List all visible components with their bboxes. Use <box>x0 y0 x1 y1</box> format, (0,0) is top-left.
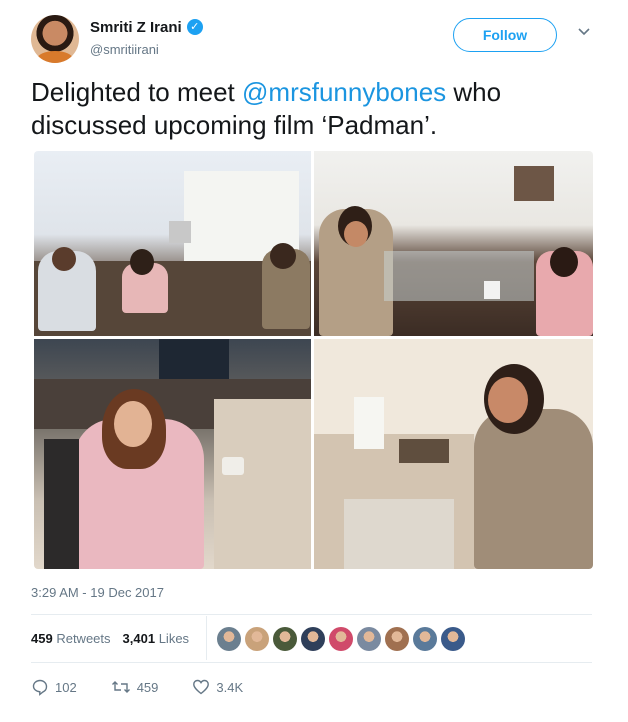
tweet-actions: 102 459 3.4K <box>31 677 277 697</box>
tweet-stats: 459 Retweets 3,401 Likes <box>31 628 201 648</box>
follow-button[interactable]: Follow <box>453 18 557 52</box>
photo-4[interactable] <box>314 339 593 569</box>
liker-avatars <box>217 627 465 651</box>
liker-avatar[interactable] <box>301 627 325 651</box>
liker-avatar[interactable] <box>217 627 241 651</box>
reply-count: 102 <box>55 679 77 695</box>
retweet-count: 459 <box>136 679 159 695</box>
retweets-label: Retweets <box>56 630 111 646</box>
like-button[interactable]: 3.4K <box>192 678 243 696</box>
retweets-count: 459 <box>31 630 53 646</box>
liker-avatar[interactable] <box>245 627 269 651</box>
liker-avatar[interactable] <box>273 627 297 651</box>
stats-separator <box>206 616 207 660</box>
verified-badge-icon: ✓ <box>186 19 203 35</box>
display-name[interactable]: Smriti Z Irani <box>90 19 182 36</box>
like-count: 3.4K <box>216 679 244 695</box>
divider-top <box>31 614 592 615</box>
photo-1[interactable] <box>34 151 311 336</box>
liker-avatar[interactable] <box>329 627 353 651</box>
tweet-text-before: Delighted to meet <box>31 77 243 107</box>
retweet-button[interactable]: 459 <box>111 678 159 696</box>
profile-avatar[interactable] <box>31 15 79 63</box>
media-grid <box>34 151 593 569</box>
handle[interactable]: @smritiirani <box>90 42 159 57</box>
mention-link[interactable]: @mrsfunnybones <box>242 77 446 107</box>
tweet-timestamp[interactable]: 3:29 AM - 19 Dec 2017 <box>31 585 164 600</box>
liker-avatar[interactable] <box>357 627 381 651</box>
name-row: Smriti Z Irani ✓ <box>90 17 203 37</box>
tweet-text: Delighted to meet @mrsfunnybones who dis… <box>31 76 601 142</box>
reply-button[interactable]: 102 <box>31 678 77 696</box>
photo-2[interactable] <box>314 151 593 336</box>
retweet-icon <box>111 681 130 693</box>
liker-avatar[interactable] <box>385 627 409 651</box>
retweets-stat[interactable]: 459 Retweets <box>31 631 111 646</box>
tweet-header: Smriti Z Irani ✓ @smritiirani Follow <box>31 15 606 63</box>
reply-icon <box>32 679 48 696</box>
heart-icon <box>193 679 210 695</box>
liker-avatar[interactable] <box>441 627 465 651</box>
likes-count: 3,401 <box>122 630 156 646</box>
photo-3[interactable] <box>34 339 311 569</box>
divider-bottom <box>31 662 592 663</box>
liker-avatar[interactable] <box>413 627 437 651</box>
likes-label: Likes <box>158 630 190 646</box>
likes-stat[interactable]: 3,401 Likes <box>123 631 190 646</box>
chevron-down-icon[interactable] <box>577 25 591 39</box>
